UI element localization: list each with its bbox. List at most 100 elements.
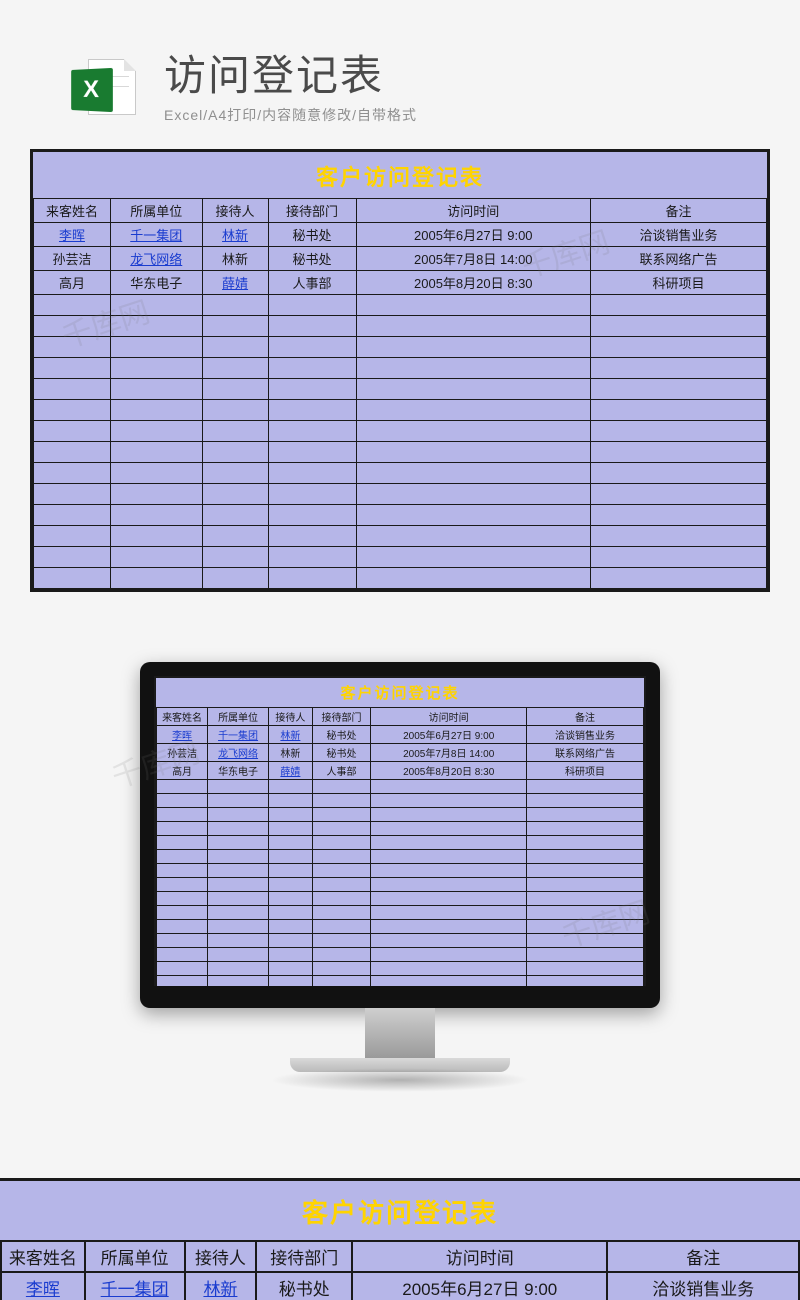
table-row-empty	[157, 948, 644, 962]
cell-dept: 人事部	[268, 271, 356, 295]
empty-cell	[312, 906, 370, 920]
visitor-sheet-main: 客户访问登记表 来客姓名所属单位接待人接待部门访问时间备注 李晖千一集团林新秘书…	[30, 149, 770, 592]
table-row-empty	[157, 780, 644, 794]
col-header: 备注	[591, 199, 767, 223]
cell-receiver[interactable]: 林新	[269, 726, 313, 744]
empty-cell	[371, 948, 527, 962]
empty-cell	[312, 962, 370, 976]
empty-cell	[110, 337, 202, 358]
empty-cell	[110, 379, 202, 400]
header-bar: X 访问登记表 Excel/A4打印/内容随意修改/自带格式	[0, 0, 800, 149]
cell-receiver[interactable]: 林新	[185, 1272, 257, 1300]
cell-dept: 秘书处	[268, 223, 356, 247]
empty-cell	[269, 864, 313, 878]
empty-cell	[312, 822, 370, 836]
empty-cell	[371, 850, 527, 864]
cell-name: 高月	[34, 271, 111, 295]
cell-receiver[interactable]: 薛婧	[202, 271, 268, 295]
empty-cell	[157, 864, 208, 878]
empty-cell	[371, 780, 527, 794]
empty-cell	[208, 794, 269, 808]
empty-cell	[208, 962, 269, 976]
empty-cell	[527, 780, 644, 794]
empty-cell	[208, 948, 269, 962]
empty-cell	[208, 934, 269, 948]
empty-cell	[269, 808, 313, 822]
empty-cell	[268, 463, 356, 484]
cell-name[interactable]: 李晖	[157, 726, 208, 744]
empty-cell	[110, 568, 202, 589]
empty-cell	[34, 505, 111, 526]
cell-org[interactable]: 千一集团	[208, 726, 269, 744]
table-row-empty	[157, 892, 644, 906]
empty-cell	[356, 526, 591, 547]
empty-cell	[269, 920, 313, 934]
empty-cell	[208, 822, 269, 836]
visitor-sheet-bottom-crop: 客户访问登记表 来客姓名所属单位接待人接待部门访问时间备注 李晖千一集团林新秘书…	[0, 1178, 800, 1300]
empty-cell	[110, 400, 202, 421]
empty-cell	[268, 421, 356, 442]
empty-cell	[371, 808, 527, 822]
cell-org[interactable]: 千一集团	[85, 1272, 185, 1300]
empty-cell	[356, 463, 591, 484]
empty-cell	[110, 505, 202, 526]
empty-cell	[157, 892, 208, 906]
empty-cell	[202, 568, 268, 589]
empty-cell	[157, 920, 208, 934]
empty-cell	[269, 822, 313, 836]
empty-cell	[110, 442, 202, 463]
empty-cell	[527, 934, 644, 948]
cell-name[interactable]: 李晖	[1, 1272, 85, 1300]
empty-cell	[591, 379, 767, 400]
table-row-empty	[157, 808, 644, 822]
cell-dept: 秘书处	[312, 726, 370, 744]
empty-cell	[157, 822, 208, 836]
empty-cell	[312, 794, 370, 808]
empty-cell	[591, 484, 767, 505]
cell-time: 2005年8月20日 8:30	[371, 762, 527, 780]
cell-org: 华东电子	[110, 271, 202, 295]
cell-org[interactable]: 龙飞网络	[110, 247, 202, 271]
table-row-empty	[157, 794, 644, 808]
empty-cell	[268, 568, 356, 589]
table-row: 李晖千一集团林新秘书处2005年6月27日 9:00洽谈销售业务	[34, 223, 767, 247]
table-row-empty	[34, 295, 767, 316]
empty-cell	[312, 808, 370, 822]
empty-cell	[527, 906, 644, 920]
empty-cell	[202, 337, 268, 358]
empty-cell	[371, 878, 527, 892]
empty-cell	[312, 892, 370, 906]
empty-cell	[312, 976, 370, 987]
empty-cell	[356, 484, 591, 505]
table-row-empty	[157, 920, 644, 934]
table-row: 高月华东电子薛婧人事部2005年8月20日 8:30科研项目	[34, 271, 767, 295]
cell-org[interactable]: 千一集团	[110, 223, 202, 247]
empty-cell	[591, 295, 767, 316]
empty-cell	[269, 794, 313, 808]
cell-receiver[interactable]: 林新	[202, 223, 268, 247]
empty-cell	[312, 836, 370, 850]
empty-cell	[34, 547, 111, 568]
empty-cell	[356, 316, 591, 337]
cell-receiver[interactable]: 薛婧	[269, 762, 313, 780]
empty-cell	[110, 526, 202, 547]
empty-cell	[208, 836, 269, 850]
empty-cell	[157, 906, 208, 920]
table-row-empty	[34, 505, 767, 526]
sheet-title: 客户访问登记表	[156, 678, 644, 707]
cell-org[interactable]: 龙飞网络	[208, 744, 269, 762]
empty-cell	[356, 400, 591, 421]
col-header: 备注	[527, 708, 644, 726]
empty-cell	[356, 421, 591, 442]
cell-name[interactable]: 李晖	[34, 223, 111, 247]
empty-cell	[34, 526, 111, 547]
empty-cell	[356, 379, 591, 400]
cell-note: 科研项目	[527, 762, 644, 780]
table-header-row: 来客姓名所属单位接待人接待部门访问时间备注	[157, 708, 644, 726]
empty-cell	[591, 337, 767, 358]
table-row-empty	[34, 316, 767, 337]
table-row-empty	[157, 878, 644, 892]
empty-cell	[527, 836, 644, 850]
empty-cell	[202, 379, 268, 400]
empty-cell	[34, 463, 111, 484]
